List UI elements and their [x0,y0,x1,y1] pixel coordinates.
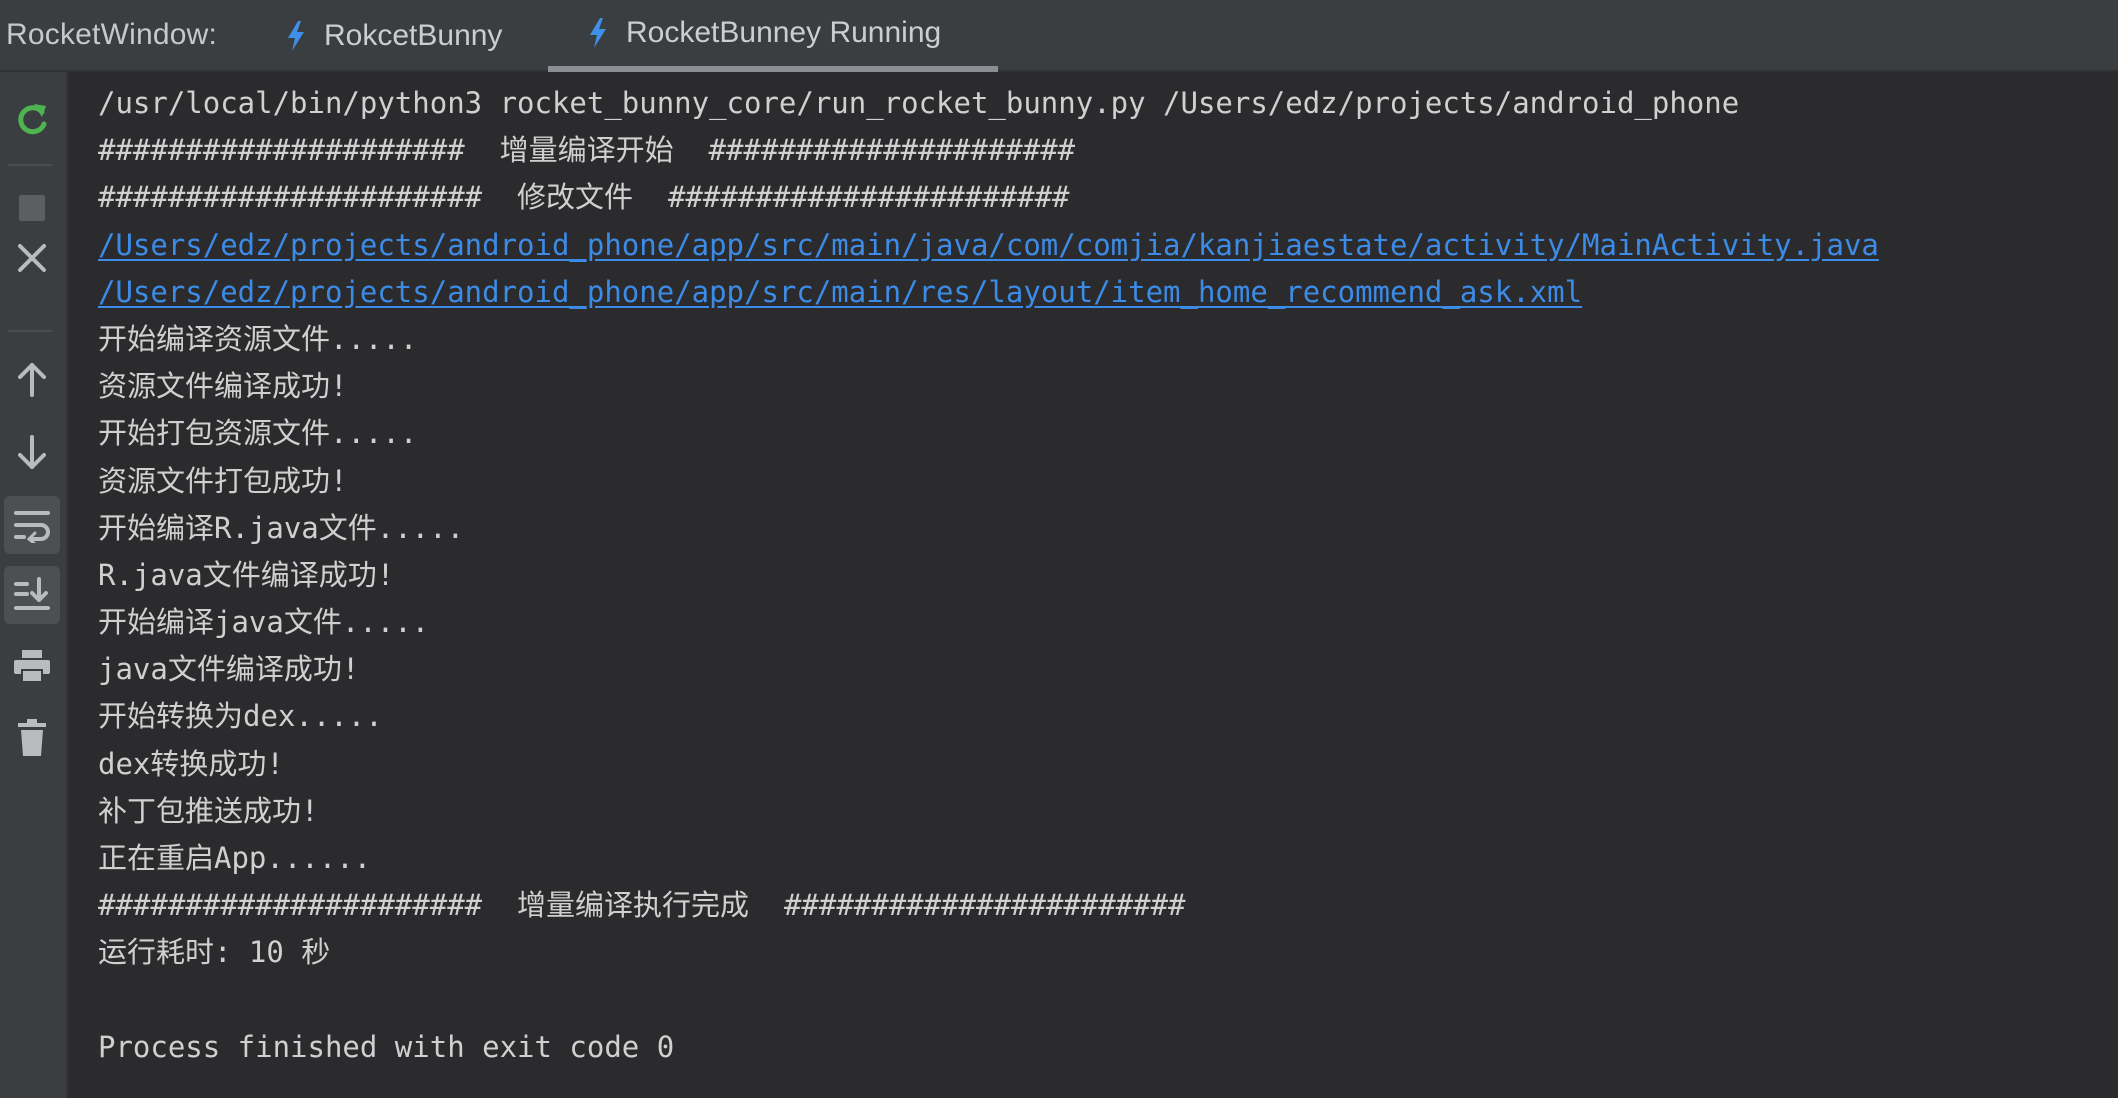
lightning-icon [590,18,606,48]
close-button[interactable] [6,232,58,284]
file-link[interactable]: /Users/edz/projects/android_phone/app/sr… [98,269,2118,316]
close-icon [18,244,46,272]
elapsed-time-line: 运行耗时: 10 秒 [98,935,331,970]
console-line: R.java文件编译成功! [98,557,395,592]
print-icon [14,650,50,683]
console-line: 开始编译R.java文件..... [98,510,465,545]
clear-all-button[interactable] [6,712,58,764]
console-line: java文件编译成功! [98,652,360,687]
console-line: 正在重启App...... [98,841,372,875]
file-link[interactable]: /Users/edz/projects/android_phone/app/sr… [98,222,2118,269]
console-line: ###################### 修改文件 ############… [98,180,1070,215]
console-toolbar [0,72,68,1098]
soft-wrap-icon [14,511,50,543]
console-line: 开始打包资源文件..... [98,416,418,451]
console-line: 资源文件编译成功! [98,369,348,404]
print-button[interactable] [6,640,58,692]
trash-icon [18,719,46,756]
toolbar-separator [8,330,52,332]
tab-rokcetbunny[interactable]: RokcetBunny [280,0,540,72]
console-line: dex转换成功! [98,746,284,781]
rerun-icon [18,104,47,135]
console-line: ##################### 增量编译开始 ###########… [98,133,1076,168]
rerun-button[interactable] [6,94,58,146]
console-line: 开始转换为dex..... [98,699,383,734]
scroll-to-end-icon [14,577,50,610]
arrow-up-icon [18,363,46,397]
lightning-icon [288,21,304,51]
console-line: 补丁包推送成功! [98,793,319,828]
stop-button[interactable] [6,182,58,234]
scroll-to-end-toggle[interactable] [4,566,60,624]
toolbar-separator [8,164,52,166]
command-line: /usr/local/bin/python3 rocket_bunny_core… [98,86,1740,120]
tab-label: RocketBunney Running [626,16,942,49]
console-line: ###################### 增量编译执行完成 ########… [98,888,1186,923]
tool-window-title: RocketWindow: [6,18,218,51]
soft-wrap-toggle[interactable] [4,496,60,554]
stop-icon [19,195,45,221]
console-line: 开始编译资源文件..... [98,321,418,356]
console-output: /usr/local/bin/python3 rocket_bunny_core… [98,80,2118,1071]
tab-rocketbunney-running[interactable]: RocketBunney Running [548,0,998,72]
arrow-down-icon [18,435,46,469]
next-occurrence-button[interactable] [6,426,58,478]
console-line: 开始编译java文件..... [98,605,430,640]
console-line: 资源文件打包成功! [98,463,348,498]
tab-label: RokcetBunny [324,19,503,52]
run-tool-window-header: RocketWindow: RokcetBunny RocketBunney R… [0,0,2118,72]
exit-status-line: Process finished with exit code 0 [98,1029,675,1064]
previous-occurrence-button[interactable] [6,354,58,406]
